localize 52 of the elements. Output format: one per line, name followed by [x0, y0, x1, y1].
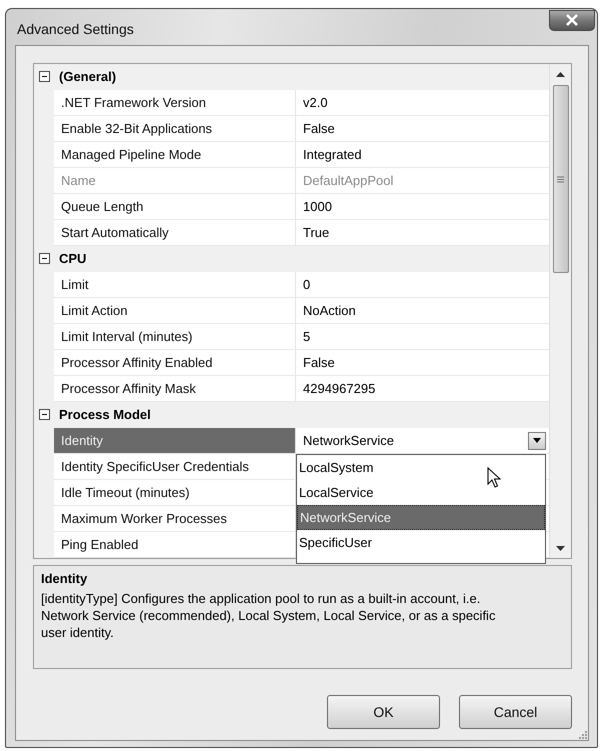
property-value: Integrated	[296, 142, 549, 167]
collapse-icon[interactable]	[39, 71, 50, 82]
property-name[interactable]: Processor Affinity Mask	[54, 376, 296, 401]
collapse-icon[interactable]	[39, 409, 50, 420]
window-title: Advanced Settings	[17, 20, 134, 37]
property-name[interactable]: Managed Pipeline Mode	[54, 142, 296, 167]
scroll-up-icon[interactable]	[556, 72, 565, 77]
property-value: False	[296, 116, 549, 141]
property-value: False	[296, 350, 549, 375]
caret-icon	[533, 438, 541, 443]
collapse-icon[interactable]	[39, 253, 50, 264]
property-value: 1000	[296, 194, 549, 219]
category-label: (General)	[59, 69, 116, 84]
property-name[interactable]: Queue Length	[54, 194, 296, 219]
property-name[interactable]: Idle Timeout (minutes)	[54, 480, 296, 505]
property-name[interactable]: Start Automatically	[54, 220, 296, 245]
scrollbar[interactable]	[549, 64, 571, 558]
dialog-button[interactable]: OK	[327, 695, 440, 729]
property-value: 0	[296, 272, 549, 297]
description-title: Identity	[41, 571, 88, 586]
grip-icon	[557, 176, 564, 182]
property-value: True	[296, 220, 549, 245]
property-name[interactable]: Identity SpecificUser Credentials	[54, 454, 296, 479]
description-text: [identityType] Configures the application pool to run as a built-in account, i.e. Network Service (recommended), Local System, Local Service, or as a specific user identity.	[41, 590, 496, 641]
resize-grip-icon[interactable]	[577, 729, 587, 739]
scroll-down-icon[interactable]	[556, 546, 565, 551]
property-value: v2.0	[296, 90, 549, 115]
cursor-icon	[487, 467, 501, 489]
scroll-thumb[interactable]	[552, 85, 568, 273]
dropdown-option[interactable]: LocalService	[297, 480, 545, 505]
property-value: DefaultAppPool	[296, 168, 549, 193]
close-icon	[565, 14, 579, 26]
dialog-button[interactable]: Cancel	[459, 695, 572, 729]
dropdown-option[interactable]: NetworkService	[297, 505, 545, 530]
property-name[interactable]: Processor Affinity Enabled	[54, 350, 296, 375]
property-value: 4294967295	[296, 376, 549, 401]
dropdown-option[interactable]: LocalSystem	[297, 455, 545, 480]
property-name[interactable]: Enable 32-Bit Applications	[54, 116, 296, 141]
category-label: Process Model	[59, 407, 151, 422]
close-button[interactable]	[549, 10, 595, 30]
dropdown-option[interactable]: SpecificUser	[297, 530, 545, 555]
category-label: CPU	[59, 251, 86, 266]
property-value: 5	[296, 324, 549, 349]
property-name[interactable]: Limit Action	[54, 298, 296, 323]
property-name[interactable]: Limit	[54, 272, 296, 297]
property-name[interactable]: Ping Enabled	[54, 532, 296, 557]
property-name[interactable]: Identity	[54, 428, 296, 453]
property-name[interactable]: Limit Interval (minutes)	[54, 324, 296, 349]
property-value: NoAction	[296, 298, 549, 323]
property-name[interactable]: Maximum Worker Processes	[54, 506, 296, 531]
property-name[interactable]: .NET Framework Version	[54, 90, 296, 115]
dropdown-button[interactable]	[528, 432, 546, 450]
